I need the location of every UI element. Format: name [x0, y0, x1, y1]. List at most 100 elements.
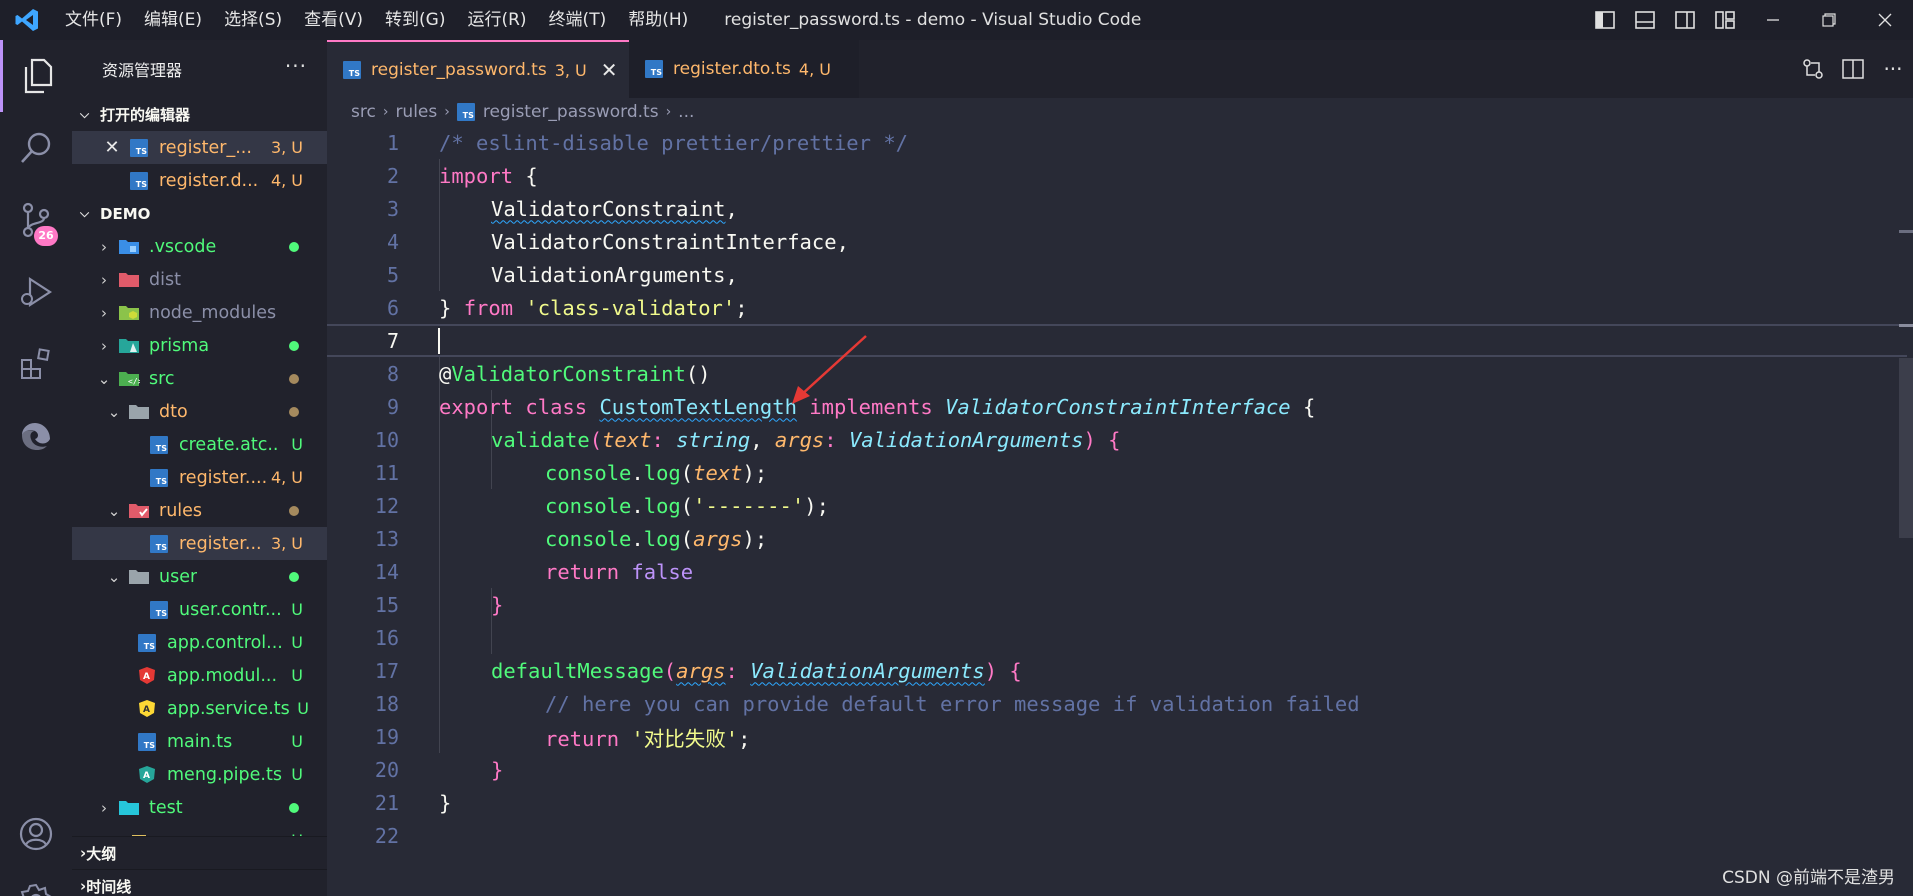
code-token: export [439, 394, 514, 419]
close-editor-icon[interactable]: ✕ [104, 137, 120, 158]
restore-icon[interactable] [1801, 0, 1857, 40]
typescript-file-icon: TS [148, 600, 170, 619]
tree-item-user-controller[interactable]: TS user.contr... U [72, 593, 327, 626]
typescript-file-icon: TS [456, 103, 475, 121]
tab-register-dto[interactable]: TS register.dto.ts 4, U [629, 40, 859, 98]
line-number: 20 [374, 757, 399, 782]
tab-status: 3, U [554, 60, 587, 80]
tree-item-status: U [291, 765, 303, 784]
tab-label: register_password.ts [371, 60, 547, 80]
tree-item-vscode[interactable]: › .vscode [72, 230, 327, 263]
code-token: . [631, 460, 644, 485]
outline-section[interactable]: › 大纲 [72, 836, 327, 869]
code-line: 9 export class CustomTextLength implemen… [327, 390, 1907, 423]
more-actions-icon[interactable]: ··· [1873, 57, 1913, 81]
tree-item-register-password[interactable]: TS register... 3, U [72, 527, 327, 560]
open-editors-section[interactable]: ⌵ 打开的编辑器 [72, 98, 327, 131]
rules-folder-icon [128, 502, 150, 520]
tree-item-node-modules[interactable]: › node_modules [72, 296, 327, 329]
breadcrumb-rules[interactable]: rules [395, 102, 437, 122]
breadcrumb-file[interactable]: register_password.ts [483, 102, 659, 122]
settings-gear-icon[interactable] [0, 870, 72, 896]
account-icon[interactable] [0, 798, 72, 870]
explorer-icon[interactable] [0, 40, 72, 112]
code-token: class [525, 394, 588, 419]
explorer-title: 资源管理器 [102, 61, 183, 80]
menu-view[interactable]: 查看(V) [293, 0, 374, 40]
tree-item-test[interactable]: › test [72, 791, 327, 824]
code-token: ; [735, 295, 748, 320]
typescript-file-icon: TS [136, 732, 158, 751]
open-editor-item[interactable]: ✕ TS register_... 3, U [72, 131, 327, 164]
chevron-right-icon: › [101, 798, 107, 817]
toggle-primary-sidebar-icon[interactable] [1585, 0, 1625, 40]
code-token: args [693, 526, 743, 551]
tree-item-user[interactable]: ⌄ user [72, 560, 327, 593]
minimize-icon[interactable] [1745, 0, 1801, 40]
close-window-icon[interactable] [1857, 0, 1913, 40]
code-token: import [439, 163, 514, 188]
tree-item-src[interactable]: ⌄ </> src [72, 362, 327, 395]
customize-layout-icon[interactable] [1705, 0, 1745, 40]
open-editor-item[interactable]: TS register.d... 4, U [72, 164, 327, 197]
untracked-dot [289, 341, 299, 351]
code-editor[interactable]: 1 /* eslint-disable prettier/prettier */… [327, 126, 1913, 896]
tree-item-main[interactable]: TS main.ts U [72, 725, 327, 758]
tree-item-meng-pipe[interactable]: A meng.pipe.ts U [72, 758, 327, 791]
scrollbar-thumb[interactable] [1899, 358, 1913, 538]
toggle-panel-icon[interactable] [1625, 0, 1665, 40]
menu-run[interactable]: 运行(R) [456, 0, 537, 40]
angular-service-icon: A [136, 700, 158, 718]
source-control-icon[interactable]: 26 [0, 184, 72, 256]
search-icon[interactable] [0, 112, 72, 184]
tree-item-label: user [159, 566, 198, 587]
modified-dot [289, 506, 299, 516]
menu-terminal[interactable]: 终端(T) [538, 0, 618, 40]
tree-item-register-dto[interactable]: TS register.... 4, U [72, 461, 327, 494]
tree-item-app-module[interactable]: A app.modul... U [72, 659, 327, 692]
workspace-section[interactable]: ⌵ DEMO [72, 197, 327, 230]
menu-go[interactable]: 转到(G) [374, 0, 456, 40]
code-token: defaultMessage [491, 658, 664, 683]
extensions-icon[interactable] [0, 328, 72, 400]
editor-scrollbar[interactable] [1899, 126, 1913, 896]
open-editor-label: register.d... [159, 170, 259, 191]
tree-item-create-atc[interactable]: TS create.atc... U [72, 428, 327, 461]
tree-item-app-service[interactable]: A app.service.ts U [72, 692, 327, 725]
code-line: 5 ValidationArguments, [327, 258, 1907, 291]
toggle-secondary-sidebar-icon[interactable] [1665, 0, 1705, 40]
breadcrumb-src[interactable]: src [351, 102, 376, 122]
timeline-section[interactable]: › 时间线 [72, 869, 327, 896]
watermark: CSDN @前端不是渣男 [1722, 868, 1895, 888]
typescript-file-icon: TS [645, 60, 663, 78]
menu-edit[interactable]: 编辑(E) [133, 0, 213, 40]
code-line: 15 } [327, 588, 1907, 621]
tree-item-app-controller[interactable]: TS app.control... U [72, 626, 327, 659]
menu-file[interactable]: 文件(F) [54, 0, 133, 40]
code-token: () [685, 361, 711, 386]
tree-item-rules[interactable]: ⌄ rules [72, 494, 327, 527]
breadcrumb-symbol[interactable]: ... [678, 102, 694, 122]
tree-item-dto[interactable]: ⌄ dto [72, 395, 327, 428]
close-tab-icon[interactable]: ✕ [601, 58, 618, 82]
modified-dot [289, 374, 299, 384]
edge-icon[interactable] [0, 400, 72, 472]
open-changes-icon[interactable] [1793, 58, 1833, 80]
menu-selection[interactable]: 选择(S) [213, 0, 293, 40]
modified-dot [289, 407, 299, 417]
code-token: } [439, 790, 452, 815]
more-actions-icon[interactable]: ··· [285, 54, 307, 78]
code-token: ; [754, 460, 768, 485]
tree-item-prisma[interactable]: › prisma [72, 329, 327, 362]
menu-help[interactable]: 帮助(H) [617, 0, 699, 40]
chevron-right-icon: › [382, 104, 389, 120]
line-number: 4 [386, 229, 399, 254]
code-token: : [824, 427, 849, 452]
code-token: from [463, 295, 514, 320]
run-debug-icon[interactable] [0, 256, 72, 328]
tab-register-password[interactable]: TS register_password.ts 3, U ✕ [327, 40, 629, 98]
tree-item-dist[interactable]: › dist [72, 263, 327, 296]
activity-bar: 26 [0, 40, 72, 896]
open-editors-label: 打开的编辑器 [100, 106, 191, 124]
split-editor-icon[interactable] [1833, 59, 1873, 79]
